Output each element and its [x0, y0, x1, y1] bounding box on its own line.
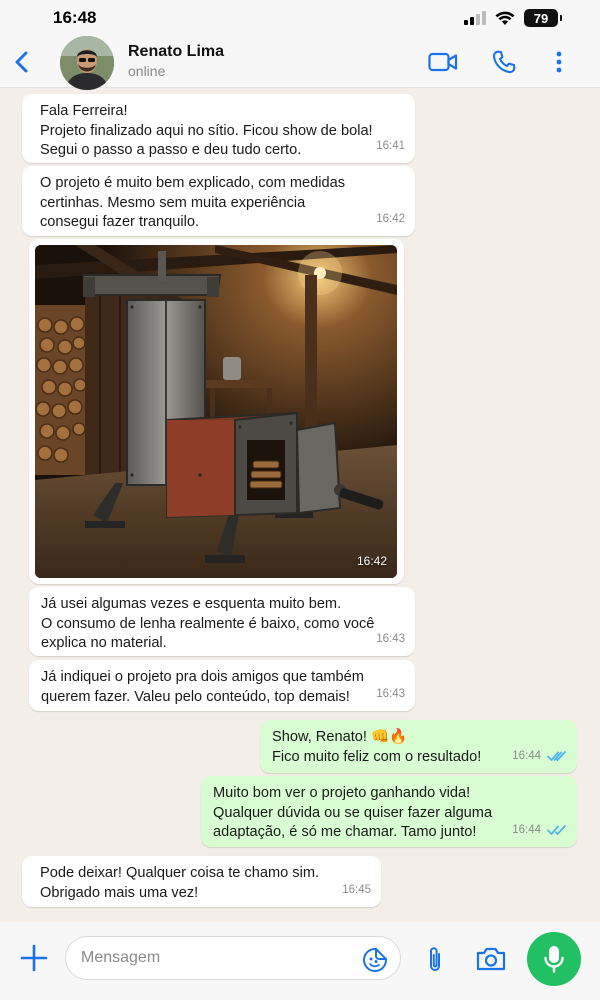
status-icons: 79: [464, 9, 562, 27]
message-text: Pode deixar! Qualquer coisa te chamo sim…: [40, 865, 320, 901]
message-bubble-incoming[interactable]: Já indiquei o projeto pra dois amigos qu…: [29, 660, 415, 711]
message-text: O projeto é muito bem explicado, com med…: [40, 175, 345, 230]
plus-icon[interactable]: [20, 944, 48, 972]
read-receipt-icon: [547, 751, 566, 762]
mic-button[interactable]: [527, 932, 581, 986]
cellular-signal-icon: [464, 11, 486, 25]
camera-icon[interactable]: [475, 946, 507, 972]
message-bubble-incoming[interactable]: Fala Ferreira! Projeto finalizado aqui n…: [22, 94, 415, 163]
more-options-icon[interactable]: [555, 50, 563, 74]
message-bubble-outgoing[interactable]: Muito bom ver o projeto ganhando vida! Q…: [201, 776, 577, 847]
read-receipt-icon: [547, 825, 566, 836]
contact-status: online: [128, 63, 166, 79]
message-text: Já usei algumas vezes e esquenta muito b…: [41, 596, 375, 651]
composer-bar: [0, 922, 600, 1000]
battery-level: 79: [533, 10, 549, 26]
sticker-icon[interactable]: [362, 947, 388, 973]
message-text: Fala Ferreira! Projeto finalizado aqui n…: [40, 103, 373, 158]
image-message-bubble[interactable]: 16:42: [29, 239, 404, 584]
video-call-icon[interactable]: [428, 50, 458, 74]
message-text: Já indiquei o projeto pra dois amigos qu…: [41, 669, 364, 705]
message-status: 16:44: [512, 747, 567, 767]
message-time: 16:45: [342, 883, 371, 896]
message-time: 16:44: [512, 823, 541, 836]
voice-call-icon[interactable]: [491, 49, 517, 75]
stove-photo[interactable]: 16:42: [35, 245, 397, 578]
status-time: 16:48: [53, 8, 97, 27]
chat-header: Renato Lima online: [0, 36, 600, 90]
message-input[interactable]: [65, 936, 401, 980]
message-time: 16:41: [376, 139, 405, 152]
attachment-clip-icon[interactable]: [425, 945, 445, 975]
chat-area[interactable]: Fala Ferreira! Projeto finalizado aqui n…: [0, 88, 600, 922]
back-arrow-icon[interactable]: [10, 48, 34, 76]
battery-indicator: 79: [524, 9, 562, 27]
message-time: 16:44: [512, 749, 541, 762]
wifi-icon: [495, 11, 515, 25]
contact-avatar[interactable]: [60, 36, 114, 90]
message-time: 16:43: [376, 632, 405, 645]
message-bubble-incoming[interactable]: Pode deixar! Qualquer coisa te chamo sim…: [22, 856, 381, 907]
microphone-icon: [544, 946, 564, 973]
message-time: 16:43: [376, 687, 405, 700]
message-status: 16:44: [512, 821, 567, 841]
message-time: 16:42: [356, 553, 387, 568]
message-bubble-outgoing[interactable]: Show, Renato! 👊🔥 Fico muito feliz com o …: [260, 720, 577, 773]
status-bar: 16:48 79: [0, 0, 600, 36]
contact-name[interactable]: Renato Lima: [128, 43, 224, 61]
message-time: 16:42: [376, 212, 405, 225]
message-bubble-incoming[interactable]: O projeto é muito bem explicado, com med…: [22, 166, 415, 236]
message-bubble-incoming[interactable]: Já usei algumas vezes e esquenta muito b…: [29, 587, 415, 656]
